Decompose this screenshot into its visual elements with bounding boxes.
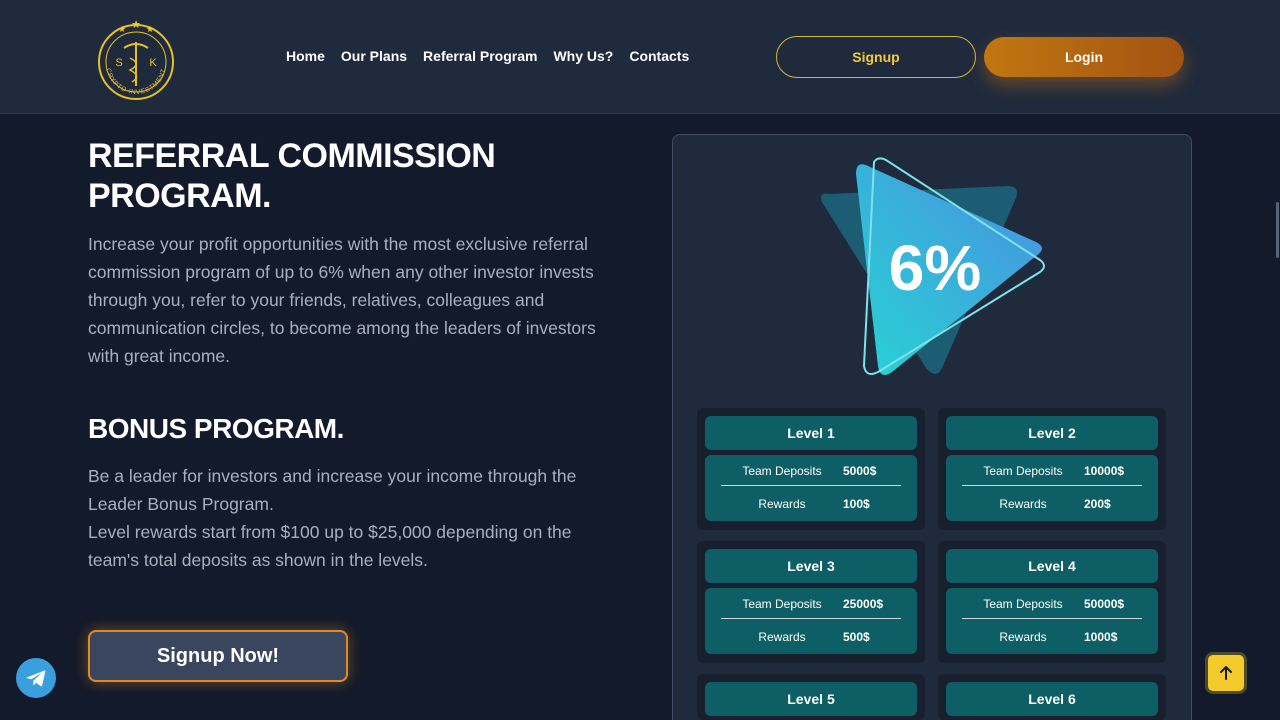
level-title: Level 2	[946, 416, 1158, 450]
signup-now-button[interactable]: Signup Now!	[88, 630, 348, 682]
signup-button[interactable]: Signup	[776, 36, 976, 78]
nav-referral-program[interactable]: Referral Program	[423, 48, 537, 64]
team-deposits-row: Team Deposits 50000$	[962, 589, 1142, 619]
referral-title: REFERRAL COMMISSION PROGRAM.	[88, 137, 496, 215]
svg-text:★: ★	[118, 25, 126, 35]
bonus-description: Be a leader for investors and increase y…	[88, 462, 618, 574]
nav-why-us[interactable]: Why Us?	[553, 48, 613, 64]
login-button[interactable]: Login	[984, 37, 1184, 77]
logo-letter-s: S	[115, 57, 122, 69]
telegram-button[interactable]	[16, 658, 56, 698]
team-deposits-row: Team Deposits 25000$	[721, 589, 901, 619]
team-deposits-value: 5000$	[843, 463, 877, 478]
rewards-label: Rewards	[758, 630, 806, 644]
team-deposits-label: Team Deposits	[983, 596, 1063, 611]
logo-emblem-icon: ★ ★ ★ S K CRYPTO INVESTMENT	[98, 18, 174, 100]
level-details: Team Deposits 5000$ Rewards 100$	[705, 455, 917, 521]
level-title: Level 3	[705, 549, 917, 583]
rewards-label: Rewards	[999, 497, 1047, 511]
scrollbar-thumb[interactable]	[1276, 202, 1279, 258]
bonus-title: BONUS PROGRAM.	[88, 413, 344, 444]
team-deposits-value: 25000$	[843, 596, 884, 611]
nav-home[interactable]: Home	[286, 48, 325, 64]
site-header: ★ ★ ★ S K CRYPTO INVESTMENT Home Our Pla…	[0, 0, 1280, 114]
main-nav: Home Our Plans Referral Program Why Us? …	[286, 48, 689, 64]
level-card-5: Level 5	[697, 674, 925, 720]
level-title: Level 6	[946, 682, 1158, 716]
bonus-description-line-1: Be a leader for investors and increase y…	[88, 466, 577, 514]
level-title: Level 5	[705, 682, 917, 716]
team-deposits-value: 10000$	[1084, 463, 1125, 478]
rewards-value: 100$	[843, 497, 870, 511]
arrow-up-icon	[1220, 666, 1232, 680]
team-deposits-value: 50000$	[1084, 596, 1125, 611]
level-card-6: Level 6	[938, 674, 1166, 720]
rewards-value: 1000$	[1084, 630, 1118, 644]
level-card-1: Level 1 Team Deposits 5000$ Rewards 100$	[697, 408, 925, 530]
level-card-2: Level 2 Team Deposits 10000$ Rewards 200…	[938, 408, 1166, 530]
level-card-4: Level 4 Team Deposits 50000$ Rewards 100…	[938, 541, 1166, 663]
level-card-3: Level 3 Team Deposits 25000$ Rewards 500…	[697, 541, 925, 663]
telegram-icon	[26, 670, 46, 687]
team-deposits-label: Team Deposits	[742, 596, 822, 611]
rewards-row: Rewards 100$	[721, 489, 901, 519]
logo[interactable]: ★ ★ ★ S K CRYPTO INVESTMENT	[94, 14, 178, 100]
rewards-label: Rewards	[758, 497, 806, 511]
referral-description: Increase your profit opportunities with …	[88, 234, 596, 366]
level-title: Level 4	[946, 549, 1158, 583]
commission-percent: 6%	[888, 232, 982, 304]
team-deposits-label: Team Deposits	[983, 463, 1063, 478]
nav-our-plans[interactable]: Our Plans	[341, 48, 407, 64]
logo-letter-k: K	[149, 57, 157, 69]
level-details: Team Deposits 25000$ Rewards 500$	[705, 588, 917, 654]
rewards-row: Rewards 500$	[721, 622, 901, 652]
rewards-row: Rewards 1000$	[962, 622, 1142, 652]
team-deposits-label: Team Deposits	[742, 463, 822, 478]
bonus-description-line-2: Level rewards start from $100 up to $25,…	[88, 522, 572, 570]
svg-text:★: ★	[131, 18, 141, 31]
team-deposits-row: Team Deposits 5000$	[721, 456, 901, 486]
rewards-row: Rewards 200$	[962, 489, 1142, 519]
level-details: Team Deposits 50000$ Rewards 1000$	[946, 588, 1158, 654]
level-title: Level 1	[705, 416, 917, 450]
level-details: Team Deposits 10000$ Rewards 200$	[946, 455, 1158, 521]
svg-text:★: ★	[146, 25, 154, 35]
rewards-value: 200$	[1084, 497, 1111, 511]
rewards-label: Rewards	[999, 630, 1047, 644]
rewards-value: 500$	[843, 630, 870, 644]
nav-contacts[interactable]: Contacts	[629, 48, 689, 64]
scroll-to-top-button[interactable]	[1205, 652, 1247, 694]
team-deposits-row: Team Deposits 10000$	[962, 456, 1142, 486]
